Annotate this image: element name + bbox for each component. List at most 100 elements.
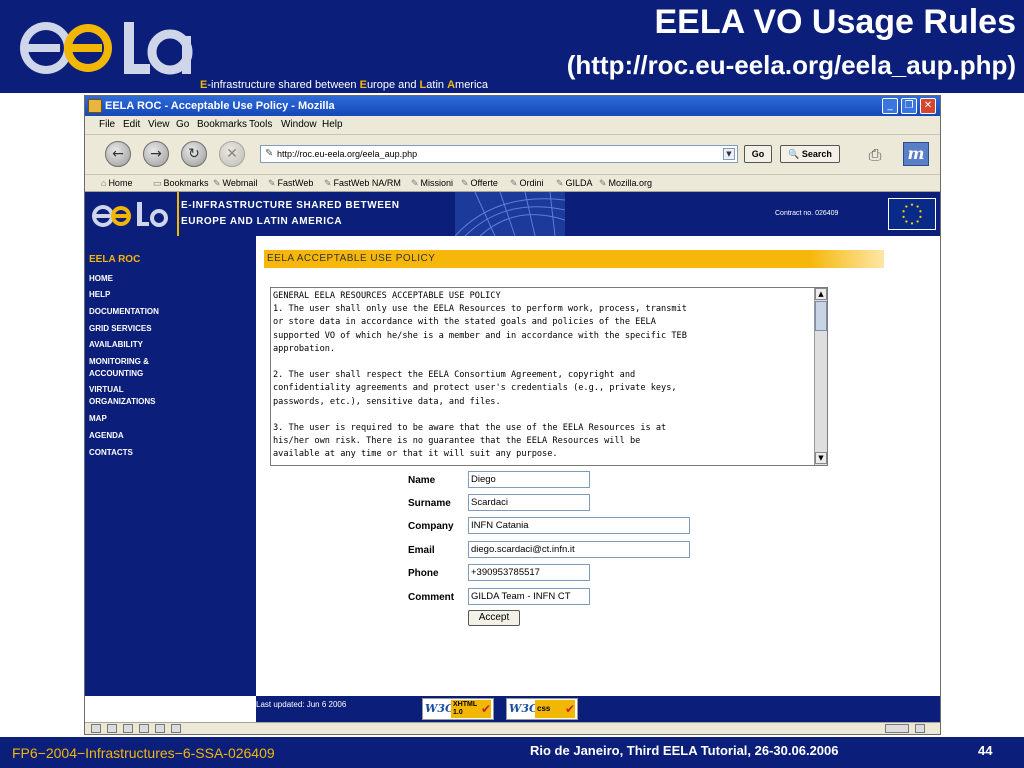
- nav-accounting[interactable]: ACCOUNTING: [89, 368, 249, 380]
- bookmark-fastweb[interactable]: ✎ FastWeb: [268, 178, 313, 189]
- tagline-text: urope and: [366, 79, 420, 91]
- bookmark-offerte[interactable]: ✎ Offerte: [461, 178, 498, 189]
- name-input[interactable]: [468, 471, 590, 488]
- banner-divider: [177, 192, 179, 236]
- navigator-icon[interactable]: [91, 724, 101, 733]
- globe-graphic: [455, 192, 565, 236]
- go-button[interactable]: Go: [744, 145, 772, 163]
- search-icon: 🔍: [788, 149, 800, 159]
- online-status-icon[interactable]: [885, 724, 909, 733]
- address-bar[interactable]: ✎ ▼: [260, 145, 738, 163]
- page-number: 44: [978, 743, 993, 758]
- phone-label: Phone: [408, 568, 439, 579]
- chat-icon[interactable]: [155, 724, 165, 733]
- banner-line-1: E-INFRASTRUCTURE SHARED BETWEEN: [181, 200, 400, 211]
- mail-icon[interactable]: [107, 724, 117, 733]
- accept-button[interactable]: Accept: [468, 610, 520, 626]
- nav-documentation[interactable]: DOCUMENTATION: [89, 306, 249, 318]
- badge-line: 1.0: [453, 709, 463, 716]
- menu-go[interactable]: Go: [176, 119, 189, 131]
- mozilla-throbber-icon: m: [903, 142, 929, 166]
- bookmark-mozilla-org[interactable]: ✎ Mozilla.org: [599, 178, 652, 189]
- minimize-icon[interactable]: _: [882, 98, 898, 114]
- company-label: Company: [408, 521, 454, 532]
- reload-icon[interactable]: ↻: [181, 141, 207, 167]
- bookmark-webmail[interactable]: ✎ Webmail: [213, 178, 257, 189]
- bookmark-folder[interactable]: ▭ Bookmarks: [153, 178, 209, 189]
- nav-home[interactable]: HOME: [89, 273, 249, 285]
- eu-flag-icon: [888, 198, 936, 230]
- bookmark-gilda[interactable]: ✎ GILDA: [556, 178, 593, 189]
- edit-icon[interactable]: [171, 724, 181, 733]
- menu-edit[interactable]: Edit: [123, 119, 140, 131]
- window-title: EELA ROC - Acceptable Use Policy - Mozil…: [105, 100, 335, 112]
- browser-window: EELA ROC - Acceptable Use Policy - Mozil…: [84, 95, 941, 735]
- menu-help[interactable]: Help: [322, 119, 343, 131]
- sidebar-title: EELA ROC: [89, 254, 141, 265]
- bookmark-label: Missioni: [420, 178, 454, 188]
- site-logo: [92, 202, 168, 227]
- composer-icon[interactable]: [123, 724, 133, 733]
- search-button[interactable]: 🔍 Search: [780, 145, 840, 163]
- menu-view[interactable]: View: [148, 119, 170, 131]
- link-icon: ✎: [324, 178, 332, 188]
- nav-availability[interactable]: AVAILABILITY: [89, 339, 249, 351]
- slide-url: (http://roc.eu-eela.org/eela_aup.php): [566, 50, 1016, 80]
- menu-window[interactable]: Window: [281, 119, 317, 131]
- w3c-logo: W3C: [509, 702, 538, 715]
- app-icon: [88, 99, 102, 113]
- print-icon[interactable]: ⎙: [860, 143, 890, 167]
- company-input[interactable]: [468, 517, 690, 534]
- nav-contacts[interactable]: CONTACTS: [89, 447, 249, 459]
- menu-bookmarks[interactable]: Bookmarks: [197, 119, 247, 131]
- scroll-up-icon[interactable]: ▲: [815, 288, 827, 300]
- home-icon: ⌂: [101, 178, 107, 188]
- nav-organizations[interactable]: ORGANIZATIONS: [89, 396, 249, 408]
- search-label: Search: [801, 149, 832, 159]
- badge-line: XHTML: [453, 701, 478, 708]
- eela-logo: [20, 22, 193, 75]
- bookmark-fastweb-na-rm[interactable]: ✎ FastWeb NA/RM: [324, 178, 401, 189]
- surname-input[interactable]: [468, 494, 590, 511]
- close-icon[interactable]: ✕: [920, 98, 936, 114]
- bookmark-label: FastWeb: [277, 178, 314, 188]
- url-dropdown-icon[interactable]: ▼: [723, 148, 735, 160]
- scroll-down-icon[interactable]: ▼: [815, 452, 827, 464]
- menu-tools[interactable]: Tools: [249, 119, 272, 131]
- maximize-icon[interactable]: ❐: [901, 98, 917, 114]
- back-icon[interactable]: ←: [105, 141, 131, 167]
- bookmark-missioni[interactable]: ✎ Missioni: [411, 178, 453, 189]
- w3c-css-badge[interactable]: W3C css ✔: [506, 698, 578, 720]
- phone-input[interactable]: [468, 564, 590, 581]
- link-icon: ✎: [268, 178, 276, 188]
- nav-grid-services[interactable]: GRID SERVICES: [89, 323, 249, 335]
- nav-help[interactable]: HELP: [89, 289, 249, 301]
- window-titlebar[interactable]: EELA ROC - Acceptable Use Policy - Mozil…: [85, 96, 940, 116]
- stop-icon[interactable]: ✕: [219, 141, 245, 167]
- nav-agenda[interactable]: AGENDA: [89, 430, 249, 442]
- slide-tagline: E-infrastructure shared between Europe a…: [200, 79, 560, 92]
- menu-file[interactable]: File: [99, 119, 115, 131]
- name-label: Name: [408, 475, 436, 486]
- comment-input[interactable]: [468, 588, 590, 605]
- bookmark-label: Webmail: [222, 178, 258, 188]
- scroll-thumb[interactable]: [815, 301, 827, 331]
- addressbook-icon[interactable]: [139, 724, 149, 733]
- footer-project-code: FP6−2004−Infrastructures−6-SSA-026409: [12, 745, 275, 761]
- w3c-xhtml-badge[interactable]: W3C XHTML 1.0 ✔: [422, 698, 494, 720]
- policy-scrollbar[interactable]: ▲ ▼: [814, 288, 827, 465]
- policy-textarea[interactable]: GENERAL EELA RESOURCES ACCEPTABLE USE PO…: [270, 287, 828, 466]
- nav-map[interactable]: MAP: [89, 413, 249, 425]
- email-input[interactable]: [468, 541, 690, 558]
- nav-virtual[interactable]: VIRTUAL: [89, 384, 249, 396]
- bookmark-label: Ordini: [519, 178, 544, 188]
- link-icon: ✎: [411, 178, 419, 188]
- page-footer: Last updated: Jun 6 2006 W3C XHTML 1.0 ✔ …: [256, 696, 940, 722]
- url-input[interactable]: [277, 147, 717, 161]
- nav-monitoring[interactable]: MONITORING &: [89, 356, 249, 368]
- sidebar: EELA ROC HOME HELP DOCUMENTATION GRID SE…: [85, 236, 256, 696]
- forward-icon[interactable]: →: [143, 141, 169, 167]
- bookmark-ordini[interactable]: ✎ Ordini: [510, 178, 544, 189]
- bookmarks-toolbar: ⌂ Home ▭ Bookmarks ✎ Webmail ✎ FastWeb ✎ Fast…: [85, 174, 940, 192]
- bookmark-home[interactable]: ⌂ Home: [101, 178, 132, 189]
